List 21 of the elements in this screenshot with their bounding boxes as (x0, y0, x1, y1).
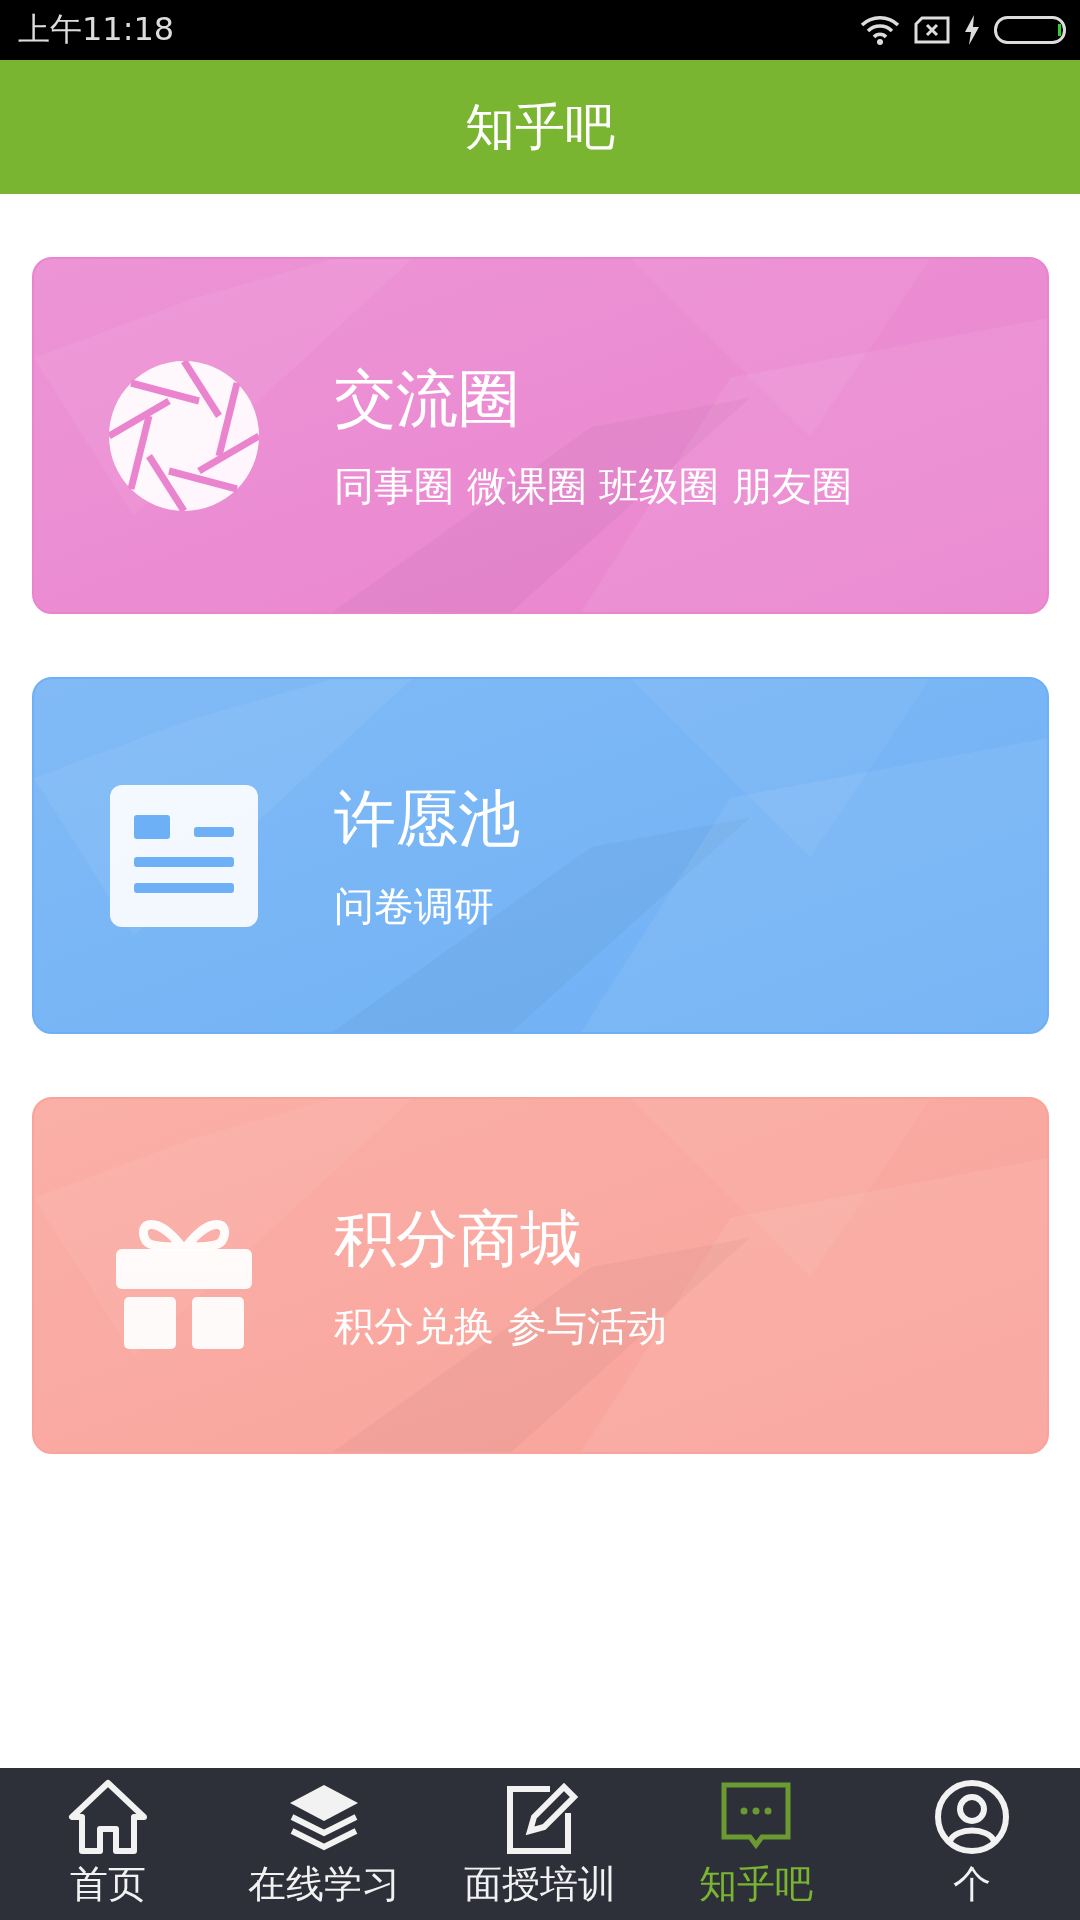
page-title: 知乎吧 (465, 96, 615, 158)
tab-item[interactable]: 在线学习 (216, 1768, 432, 1920)
no-sim-icon (914, 16, 950, 44)
wifi-icon (860, 15, 900, 45)
card-subtitle: 同事圈 微课圈 班级圈 朋友圈 (334, 462, 853, 511)
card-title: 交流圈 (334, 361, 521, 437)
home-icon (68, 1778, 148, 1855)
tab-item[interactable]: 面授培训 (432, 1768, 648, 1920)
aperture-icon (109, 360, 259, 511)
card-subtitle: 问卷调研 (334, 882, 495, 931)
card-subtitle: 积分兑换 参与活动 (334, 1302, 667, 1351)
status-time: 上午11:18 (18, 9, 175, 50)
user-icon (932, 1778, 1012, 1855)
tab-item[interactable]: 知乎吧 (648, 1768, 864, 1920)
document-icon (110, 784, 258, 927)
card-title: 许愿池 (334, 781, 520, 857)
tab-item[interactable]: 首页 (0, 1768, 216, 1920)
battery-icon (994, 16, 1066, 44)
card-title: 积分商城 (334, 1201, 583, 1277)
charging-icon (964, 15, 980, 45)
tab-item[interactable]: 个 (864, 1768, 1080, 1920)
